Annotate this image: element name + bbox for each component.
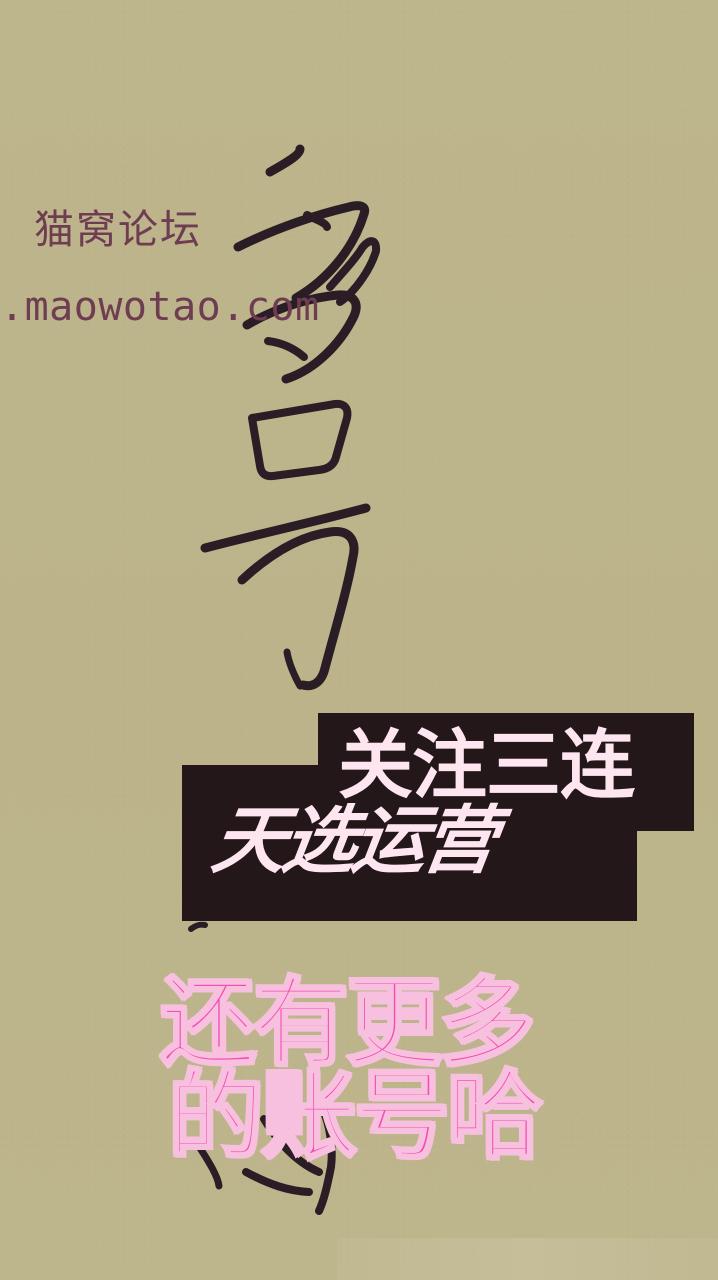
stroke-hao-lower-1: [237, 527, 359, 691]
stroke-lower-4: [242, 1168, 313, 1196]
watermark-site-name: 猫窝论坛: [34, 207, 202, 253]
stroke-duo-top-1: [265, 144, 305, 177]
more-accounts-line-1: 还有更多: [159, 967, 537, 1079]
follow-caption: 关注三连: [338, 721, 635, 809]
stroke-lower-1: [188, 921, 208, 932]
bottom-grain: [337, 1238, 718, 1280]
poster-canvas: 猫窝论坛 .maowotao.com 关注三连 天选运营 还有更多 的账号哈: [0, 0, 718, 1280]
stroke-hao-mid-line: [200, 503, 371, 553]
stroke-hao-lower-2: [283, 648, 304, 690]
more-accounts-line-2: 的账号哈: [167, 1060, 545, 1172]
watermark-url: .maowotao.com: [0, 284, 320, 330]
stroke-hao-top-box: [248, 399, 352, 481]
stroke-duo-bottom-2: [326, 237, 381, 306]
stroke-duo-top-3: [303, 211, 331, 231]
tianxuan-caption: 天选运营: [206, 798, 500, 884]
stroke-duo-bottom-3: [264, 337, 308, 361]
